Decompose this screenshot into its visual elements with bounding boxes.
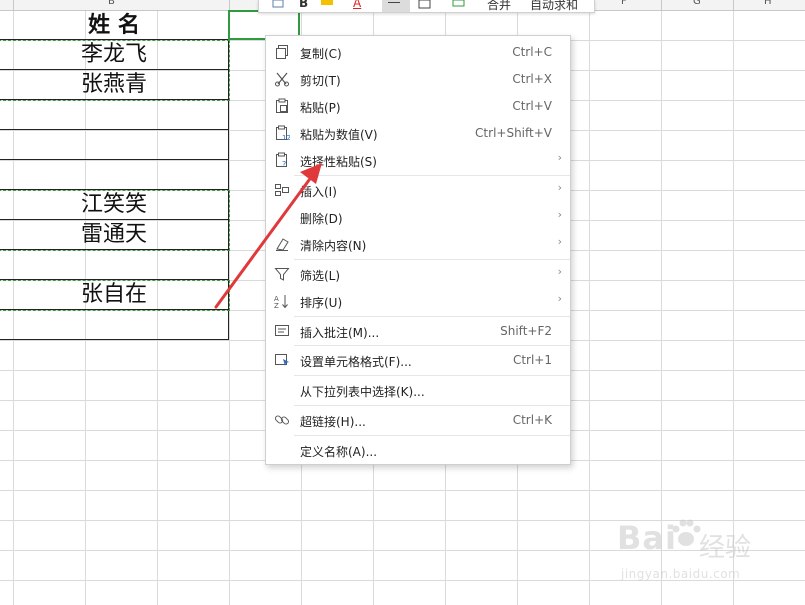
column-header-f[interactable]: F bbox=[621, 0, 627, 7]
column-separator bbox=[13, 0, 14, 10]
submenu-arrow-icon: › bbox=[557, 265, 562, 278]
table-row[interactable] bbox=[0, 160, 229, 190]
menu-item-sort[interactable]: A Z 排序(U) › bbox=[266, 288, 570, 314]
eraser-icon bbox=[276, 238, 289, 251]
fill-color-icon[interactable] bbox=[319, 0, 337, 12]
comment-icon bbox=[275, 325, 289, 336]
column-header-h[interactable]: H bbox=[764, 0, 772, 7]
menu-item-insert-comment[interactable]: 插入批注(M)... Shift+F2 bbox=[266, 318, 570, 344]
column-separator bbox=[229, 0, 230, 10]
watermark-brand: Bai bbox=[617, 519, 677, 557]
menu-separator bbox=[294, 435, 570, 436]
watermark-suffix: 经验 bbox=[699, 533, 752, 563]
menu-separator bbox=[294, 175, 570, 176]
table-row[interactable] bbox=[0, 100, 229, 130]
bold-button[interactable]: B bbox=[299, 0, 308, 10]
paste-special-icon: ? bbox=[276, 152, 287, 168]
merge-button[interactable]: 合并 bbox=[487, 0, 511, 12]
filter-icon bbox=[274, 268, 290, 281]
scissors-icon bbox=[275, 72, 289, 87]
table-row[interactable] bbox=[0, 310, 229, 340]
column-separator bbox=[733, 0, 734, 10]
column-header-g[interactable]: G bbox=[693, 0, 701, 7]
submenu-arrow-icon: › bbox=[557, 208, 562, 221]
menu-separator bbox=[294, 316, 570, 317]
menu-item-hyperlink[interactable]: 超链接(H)... Ctrl+K bbox=[266, 407, 570, 433]
table-row[interactable]: 张燕青 bbox=[0, 70, 229, 100]
align-button[interactable] bbox=[382, 0, 410, 12]
table-row[interactable] bbox=[0, 130, 229, 160]
menu-item-define-name[interactable]: 定义名称(A)... bbox=[266, 437, 570, 463]
table-row[interactable]: 江笑笑 bbox=[0, 190, 229, 220]
table-row[interactable] bbox=[0, 250, 229, 280]
paste-icon bbox=[276, 98, 288, 113]
submenu-arrow-icon: › bbox=[557, 151, 562, 164]
menu-item-copy[interactable]: 复制(C) Ctrl+C bbox=[266, 39, 570, 65]
menu-separator bbox=[294, 405, 570, 406]
submenu-arrow-icon: › bbox=[557, 292, 562, 305]
menu-separator bbox=[294, 345, 570, 346]
link-icon bbox=[274, 415, 290, 425]
submenu-arrow-icon: › bbox=[557, 235, 562, 248]
menu-item-paste-special[interactable]: ? 选择性粘贴(S) › bbox=[266, 147, 570, 173]
menu-item-cut[interactable]: 剪切(T) Ctrl+X bbox=[266, 66, 570, 92]
floating-toolbar: B A 合并 自动求和 bbox=[258, 0, 595, 13]
menu-separator bbox=[294, 259, 570, 260]
menu-item-paste-values[interactable]: 12 粘贴为数值(V) Ctrl+Shift+V bbox=[266, 120, 570, 146]
context-menu: 复制(C) Ctrl+C 剪切(T) Ctrl+X 粘贴(P) Ctrl+V 1… bbox=[265, 35, 571, 465]
fill-icon[interactable] bbox=[451, 0, 467, 12]
paste-values-icon: 12 bbox=[276, 125, 290, 141]
menu-separator bbox=[294, 375, 570, 376]
submenu-arrow-icon: › bbox=[557, 181, 562, 194]
menu-item-filter[interactable]: 筛选(L) › bbox=[266, 261, 570, 287]
column-separator bbox=[661, 0, 662, 10]
menu-item-format-cells[interactable]: 设置单元格格式(F)... Ctrl+1 bbox=[266, 347, 570, 373]
format-painter-icon[interactable] bbox=[271, 0, 287, 10]
autosum-button[interactable]: 自动求和 bbox=[530, 0, 578, 12]
table-row[interactable]: 雷通天 bbox=[0, 220, 229, 250]
font-color-button[interactable]: A bbox=[353, 0, 361, 10]
insert-icon bbox=[275, 184, 289, 196]
sort-icon: A Z bbox=[274, 295, 288, 309]
table-row[interactable]: 李龙飞 bbox=[0, 40, 229, 70]
svg-text:12: 12 bbox=[282, 134, 290, 141]
watermark-url: jingyan.baidu.com bbox=[621, 567, 741, 581]
border-icon[interactable] bbox=[417, 0, 435, 12]
menu-item-clear-contents[interactable]: 清除内容(N) › bbox=[266, 231, 570, 257]
table-row[interactable]: 张自在 bbox=[0, 280, 229, 310]
svg-text:?: ? bbox=[282, 160, 286, 168]
table-header-cell[interactable]: 姓 名 bbox=[0, 10, 229, 40]
menu-item-insert[interactable]: 插入(I) › bbox=[266, 177, 570, 203]
baidu-watermark: Bai 经验 jingyan.baidu.com bbox=[617, 515, 777, 590]
menu-item-paste[interactable]: 粘贴(P) Ctrl+V bbox=[266, 93, 570, 119]
copy-icon bbox=[276, 45, 288, 59]
svg-text:Z: Z bbox=[274, 302, 279, 309]
name-table: 姓 名 李龙飞 张燕青 江笑笑 雷通天 张自在 bbox=[0, 10, 229, 340]
menu-item-delete[interactable]: 删除(D) › bbox=[266, 204, 570, 230]
column-header-b[interactable]: B bbox=[108, 0, 115, 7]
menu-item-pick-from-list[interactable]: 从下拉列表中选择(K)... bbox=[266, 377, 570, 403]
format-cells-icon bbox=[275, 354, 289, 366]
